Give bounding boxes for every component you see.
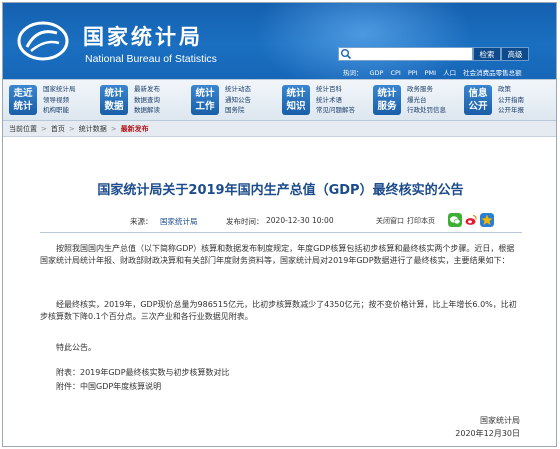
nav-links: 政策 公开指南 公开年报	[498, 84, 524, 116]
nav-links: 最新发布 数据查询 数据解读	[134, 84, 160, 116]
article-meta: 来源： 国家统计局 发布时间： 2020-12-30 10:00 关闭窗口 打印…	[3, 213, 556, 229]
nav-link[interactable]: 统计术语	[316, 95, 355, 106]
nav-badge-data[interactable]: 统计 数据	[100, 85, 128, 115]
hotkey-link[interactable]: GDP	[370, 69, 384, 77]
close-window-link[interactable]: 关闭窗口	[376, 216, 404, 226]
nav-link[interactable]: 最新发布	[134, 84, 160, 95]
search-input[interactable]	[338, 47, 473, 61]
breadcrumb-section[interactable]: 统计数据	[79, 125, 107, 133]
nav-link[interactable]: 行政处罚信息	[407, 105, 446, 116]
nav-badge-disclosure[interactable]: 信息 公开	[464, 85, 492, 115]
nav-link[interactable]: 政务服务	[407, 84, 446, 95]
source-label: 来源：	[130, 217, 153, 226]
nav-link[interactable]: 常见问题解答	[316, 105, 355, 116]
date-label: 发布时间：	[226, 217, 264, 226]
main-nav: 走近 统计 国家统计局 领导视频 机构职能 统计 数据 最新发布 数据查询 数据解读…	[3, 79, 556, 121]
hot-keywords: 热词： GDP CPI PPI PMI 人口 社会消费品零售总额	[343, 67, 529, 77]
logo-icon[interactable]	[17, 21, 69, 61]
breadcrumb-current[interactable]: 最新发布	[121, 125, 149, 133]
nav-badge-service[interactable]: 统计 服务	[373, 85, 401, 115]
nav-links: 统计动态 通知公告 国务院	[225, 84, 251, 116]
publish-date: 2020-12-30 10:00	[266, 216, 334, 225]
nav-link[interactable]: 国务院	[225, 105, 251, 116]
breadcrumb-prefix: 当前位置	[9, 125, 37, 133]
nav-links: 政务服务 爆光台 行政处罚信息	[407, 84, 446, 116]
nav-links: 统计百科 统计术语 常见问题解答	[316, 84, 355, 116]
favorite-star-icon[interactable]	[480, 213, 494, 227]
advanced-search-button[interactable]: 高级	[501, 47, 529, 61]
nav-link[interactable]: 统计百科	[316, 84, 355, 95]
article-paragraph: 按照我国国内生产总值（以下简称GDP）核算和数据发布制度规定，年度GDP核算包括…	[40, 244, 515, 265]
attachment-doc-link[interactable]: 附件：中国GDP年度核算说明	[56, 381, 536, 393]
browser-frame: 国家统计局 National Bureau of Statistics 检索 高…	[2, 2, 557, 447]
article-paragraph: 特此公告。	[56, 343, 96, 352]
search-button[interactable]: 检索	[473, 47, 501, 61]
nav-link[interactable]: 公开指南	[498, 95, 524, 106]
nav-link[interactable]: 数据查询	[134, 95, 160, 106]
nav-link[interactable]: 领导视频	[43, 95, 76, 106]
site-subtitle: National Bureau of Statistics	[85, 53, 217, 65]
nav-links: 国家统计局 领导视频 机构职能	[43, 84, 76, 116]
title-divider	[40, 232, 522, 233]
search-icon	[341, 49, 352, 60]
wechat-share-icon[interactable]	[448, 213, 462, 227]
attachment-table-link[interactable]: 附表：2019年GDP最终核实数与初步核算数对比	[56, 367, 536, 379]
nav-link[interactable]: 公开年报	[498, 105, 524, 116]
sign-org: 国家统计局	[480, 416, 520, 425]
breadcrumb-home[interactable]: 首页	[51, 125, 65, 133]
hotkey-link[interactable]: PPI	[408, 69, 418, 77]
source-link[interactable]: 国家统计局	[160, 216, 198, 227]
hotkey-link[interactable]: CPI	[390, 69, 400, 77]
site-title[interactable]: 国家统计局	[83, 21, 203, 51]
weibo-share-icon[interactable]	[464, 213, 478, 227]
nav-link[interactable]: 机构职能	[43, 105, 76, 116]
nav-link[interactable]: 统计动态	[225, 84, 251, 95]
breadcrumb: 当前位置 > 首页 > 统计数据 > 最新发布	[3, 121, 556, 137]
nav-badge-knowledge[interactable]: 统计 知识	[282, 85, 310, 115]
print-page-link[interactable]: 打印本页	[407, 216, 435, 226]
nav-link[interactable]: 通知公告	[225, 95, 251, 106]
nav-link[interactable]: 爆光台	[407, 95, 446, 106]
sign-date: 2020年12月30日	[455, 429, 520, 438]
page-title: 国家统计局关于2019年国内生产总值（GDP）最终核实的公告	[97, 183, 464, 198]
site-header: 国家统计局 National Bureau of Statistics 检索 高…	[3, 3, 556, 79]
nav-link[interactable]: 政策	[498, 84, 524, 95]
nav-badge-about[interactable]: 走近 统计	[9, 85, 37, 115]
nav-badge-work[interactable]: 统计 工作	[191, 85, 219, 115]
hotkeys-label: 热词：	[343, 69, 363, 77]
hotkey-link[interactable]: 社会消费品零售总额	[463, 69, 522, 77]
nav-link[interactable]: 国家统计局	[43, 84, 76, 95]
hotkey-link[interactable]: PMI	[425, 69, 436, 77]
hotkey-link[interactable]: 人口	[443, 69, 456, 77]
nav-link[interactable]: 数据解读	[134, 105, 160, 116]
article-paragraph: 经最终核实，2019年，GDP现价总量为986515亿元，比初步核算数减少了43…	[40, 300, 517, 321]
